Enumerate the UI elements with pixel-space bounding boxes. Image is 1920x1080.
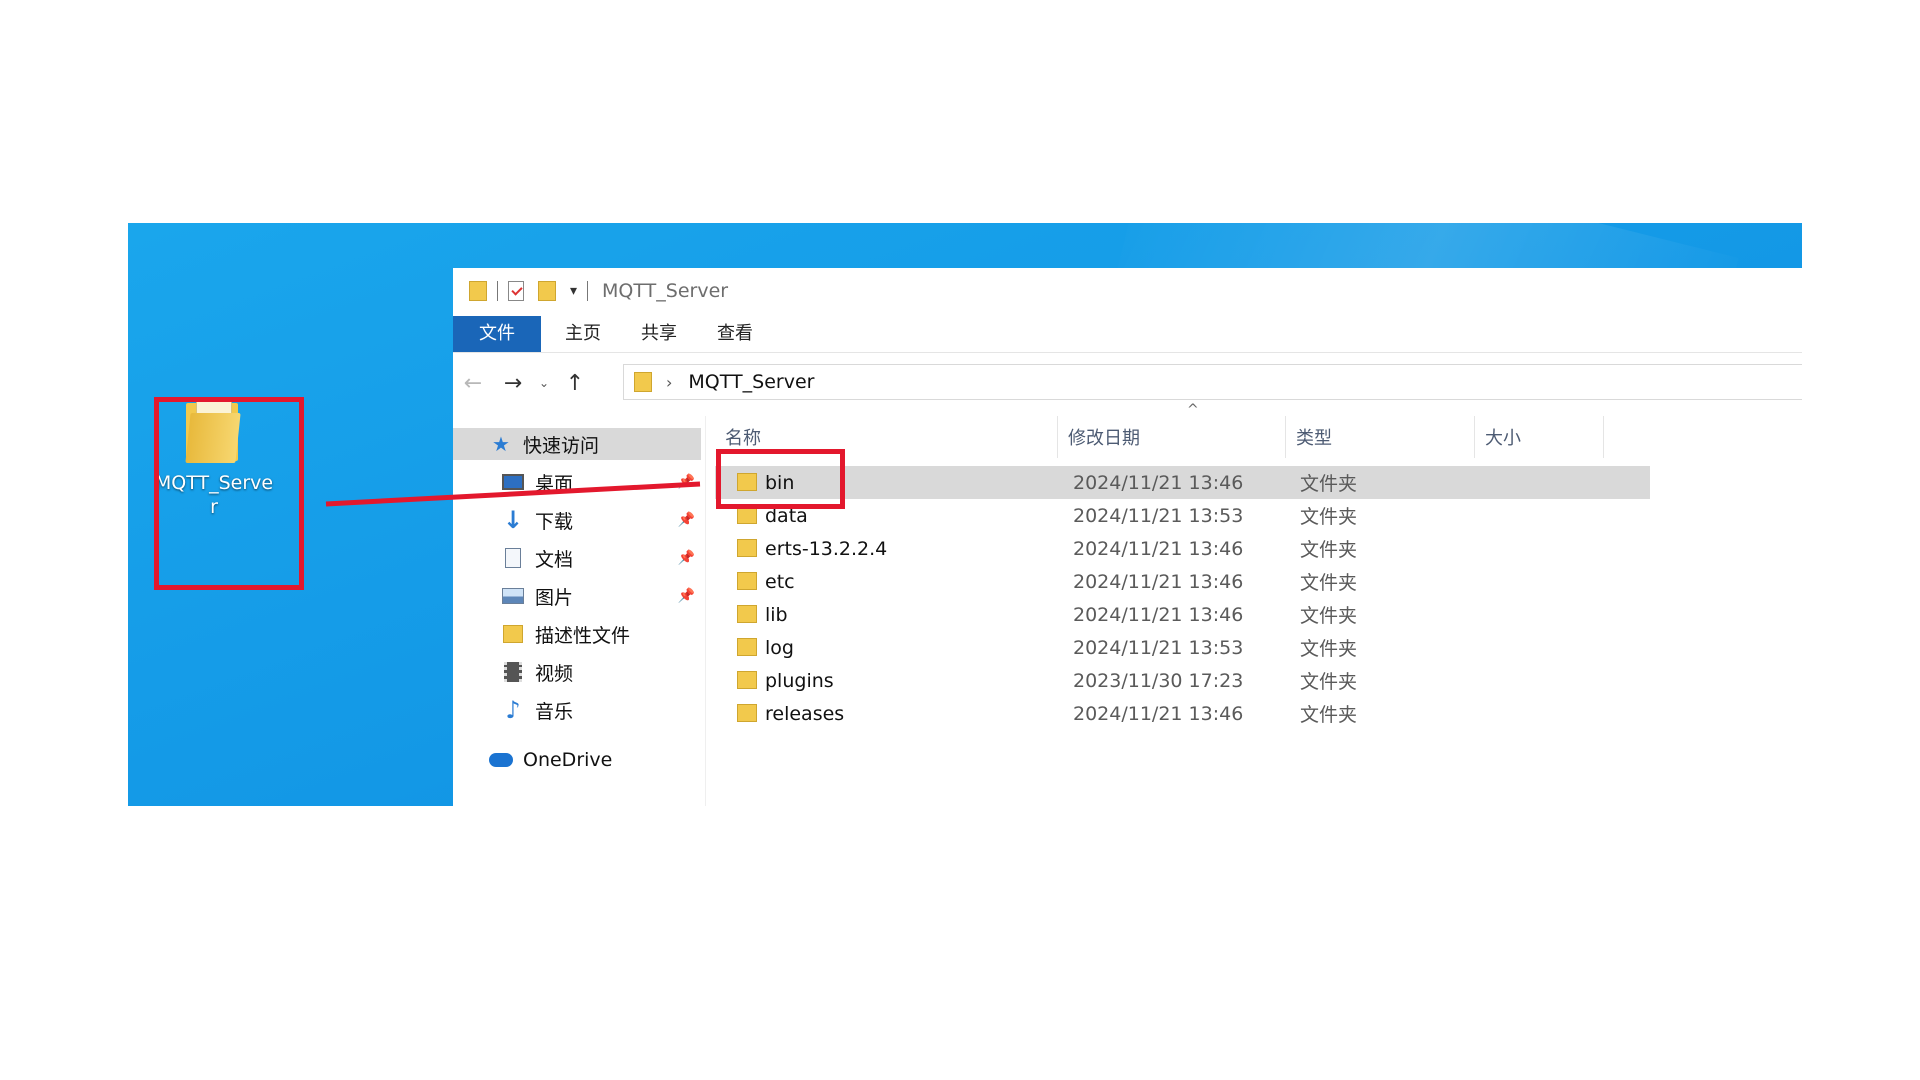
sidebar-item-label: 图片 bbox=[535, 586, 574, 609]
download-arrow-icon: ↓ bbox=[502, 506, 524, 534]
sidebar-item-music[interactable]: ♪ 音乐 bbox=[453, 694, 701, 726]
new-folder-icon[interactable] bbox=[538, 281, 556, 301]
sidebar-item-documents[interactable]: 文档 📌 bbox=[453, 542, 701, 574]
file-type: 文件夹 bbox=[1300, 473, 1358, 495]
file-date: 2024/11/21 13:46 bbox=[1073, 471, 1244, 494]
folder-icon bbox=[737, 704, 757, 722]
column-divider[interactable] bbox=[1603, 416, 1604, 458]
folder-icon bbox=[737, 638, 757, 656]
toolbar-divider bbox=[587, 281, 589, 301]
sidebar-item-label: 音乐 bbox=[535, 700, 574, 723]
folder-icon bbox=[469, 281, 487, 301]
file-type: 文件夹 bbox=[1300, 638, 1358, 660]
file-type: 文件夹 bbox=[1300, 605, 1358, 627]
navigation-pane: ★ 快速访问 桌面 📌 ↓ 下载 📌 文档 📌 图片 📌 描述性文件 视频 ♪ … bbox=[453, 416, 706, 806]
tab-home[interactable]: 主页 bbox=[545, 316, 621, 352]
table-row[interactable]: log 2024/11/21 13:53 文件夹 bbox=[715, 631, 1650, 664]
file-date: 2024/11/21 13:46 bbox=[1073, 603, 1244, 626]
file-name: releases bbox=[765, 702, 845, 725]
table-row[interactable]: lib 2024/11/21 13:46 文件夹 bbox=[715, 598, 1650, 631]
sidebar-item-videos[interactable]: 视频 bbox=[453, 656, 701, 688]
star-icon: ★ bbox=[492, 432, 510, 456]
window-title: MQTT_Server bbox=[602, 280, 729, 302]
file-date: 2024/11/21 13:46 bbox=[1073, 537, 1244, 560]
chevron-right-icon[interactable]: › bbox=[666, 373, 672, 392]
file-date: 2024/11/21 13:53 bbox=[1073, 504, 1244, 527]
sidebar-item-label: 描述性文件 bbox=[535, 624, 631, 647]
sidebar-item-descriptive-files[interactable]: 描述性文件 bbox=[453, 618, 701, 650]
video-icon bbox=[501, 661, 525, 683]
column-header-size[interactable]: 大小 bbox=[1475, 416, 1603, 458]
music-note-icon: ♪ bbox=[505, 696, 521, 724]
pin-icon[interactable]: 📌 bbox=[678, 550, 695, 566]
folder-icon bbox=[737, 572, 757, 590]
file-date: 2023/11/30 17:23 bbox=[1073, 669, 1244, 692]
back-arrow-icon[interactable]: ← bbox=[453, 371, 493, 396]
pin-icon[interactable]: 📌 bbox=[678, 474, 695, 490]
file-type: 文件夹 bbox=[1300, 506, 1358, 528]
sidebar-item-onedrive[interactable]: OneDrive bbox=[453, 744, 701, 776]
sidebar-item-quick-access[interactable]: ★ 快速访问 bbox=[453, 428, 701, 460]
table-row[interactable]: plugins 2023/11/30 17:23 文件夹 bbox=[715, 664, 1650, 697]
column-header-type[interactable]: 类型 bbox=[1286, 416, 1474, 458]
tab-view[interactable]: 查看 bbox=[697, 316, 773, 352]
recent-locations-chevron-icon[interactable]: ⌄ bbox=[533, 376, 555, 390]
sidebar-item-label: 视频 bbox=[535, 662, 574, 685]
file-date: 2024/11/21 13:46 bbox=[1073, 702, 1244, 725]
column-header-date-modified[interactable]: 修改日期 bbox=[1058, 416, 1285, 458]
sidebar-item-pictures[interactable]: 图片 📌 bbox=[453, 580, 701, 612]
address-path: MQTT_Server bbox=[688, 371, 815, 393]
sidebar-item-label: 下载 bbox=[535, 510, 574, 533]
folder-icon bbox=[634, 372, 652, 392]
ribbon-tabs: 文件 主页 共享 查看 bbox=[453, 316, 1802, 353]
toolbar-divider bbox=[497, 281, 498, 301]
navigation-bar: ← → ⌄ ↑ › MQTT_Server bbox=[453, 360, 1802, 406]
file-type: 文件夹 bbox=[1300, 671, 1358, 693]
file-name: plugins bbox=[765, 669, 834, 692]
file-name: erts-13.2.2.4 bbox=[765, 537, 888, 560]
sidebar-item-label: 快速访问 bbox=[523, 434, 600, 457]
cloud-icon bbox=[489, 749, 513, 771]
desktop-icon bbox=[501, 471, 525, 493]
folder-icon bbox=[737, 671, 757, 689]
folder-icon bbox=[737, 539, 757, 557]
picture-icon bbox=[501, 585, 525, 607]
folder-icon bbox=[737, 605, 757, 623]
highlight-box-desktop-folder bbox=[154, 397, 304, 590]
file-name: log bbox=[765, 636, 794, 659]
file-name: lib bbox=[765, 603, 788, 626]
tab-share[interactable]: 共享 bbox=[621, 316, 697, 352]
table-row[interactable]: etc 2024/11/21 13:46 文件夹 bbox=[715, 565, 1650, 598]
document-icon bbox=[501, 547, 525, 569]
file-name: etc bbox=[765, 570, 795, 593]
table-row[interactable]: bin 2024/11/21 13:46 文件夹 bbox=[715, 466, 1650, 499]
up-arrow-icon[interactable]: ↑ bbox=[555, 371, 595, 396]
properties-icon[interactable] bbox=[508, 281, 524, 301]
sidebar-item-label: 桌面 bbox=[535, 472, 574, 495]
pin-icon[interactable]: 📌 bbox=[678, 588, 695, 604]
tab-file[interactable]: 文件 bbox=[453, 316, 541, 352]
address-bar[interactable]: › MQTT_Server bbox=[623, 364, 1802, 400]
file-type: 文件夹 bbox=[1300, 572, 1358, 594]
file-explorer-window: ▾ MQTT_Server 文件 主页 共享 查看 ← → ⌄ ↑ › MQTT… bbox=[453, 268, 1802, 806]
sidebar-item-downloads[interactable]: ↓ 下载 📌 bbox=[453, 504, 701, 536]
pin-icon[interactable]: 📌 bbox=[678, 512, 695, 528]
file-list: ^ 名称 修改日期 类型 大小 bin 2024/11/21 13:46 文件夹… bbox=[715, 402, 1802, 806]
forward-arrow-icon[interactable]: → bbox=[493, 371, 533, 396]
file-type: 文件夹 bbox=[1300, 704, 1358, 726]
sidebar-item-label: OneDrive bbox=[523, 749, 613, 771]
quick-access-dropdown-icon[interactable]: ▾ bbox=[570, 283, 577, 299]
file-type: 文件夹 bbox=[1300, 539, 1358, 561]
sidebar-item-label: 文档 bbox=[535, 548, 574, 571]
folder-icon bbox=[501, 623, 525, 645]
sidebar-item-desktop[interactable]: 桌面 📌 bbox=[453, 466, 701, 498]
highlight-box-bin-folder bbox=[716, 449, 845, 509]
file-date: 2024/11/21 13:46 bbox=[1073, 570, 1244, 593]
table-row[interactable]: releases 2024/11/21 13:46 文件夹 bbox=[715, 697, 1650, 730]
title-bar: ▾ MQTT_Server bbox=[453, 268, 1802, 314]
file-date: 2024/11/21 13:53 bbox=[1073, 636, 1244, 659]
table-row[interactable]: erts-13.2.2.4 2024/11/21 13:46 文件夹 bbox=[715, 532, 1650, 565]
table-row[interactable]: data 2024/11/21 13:53 文件夹 bbox=[715, 499, 1650, 532]
